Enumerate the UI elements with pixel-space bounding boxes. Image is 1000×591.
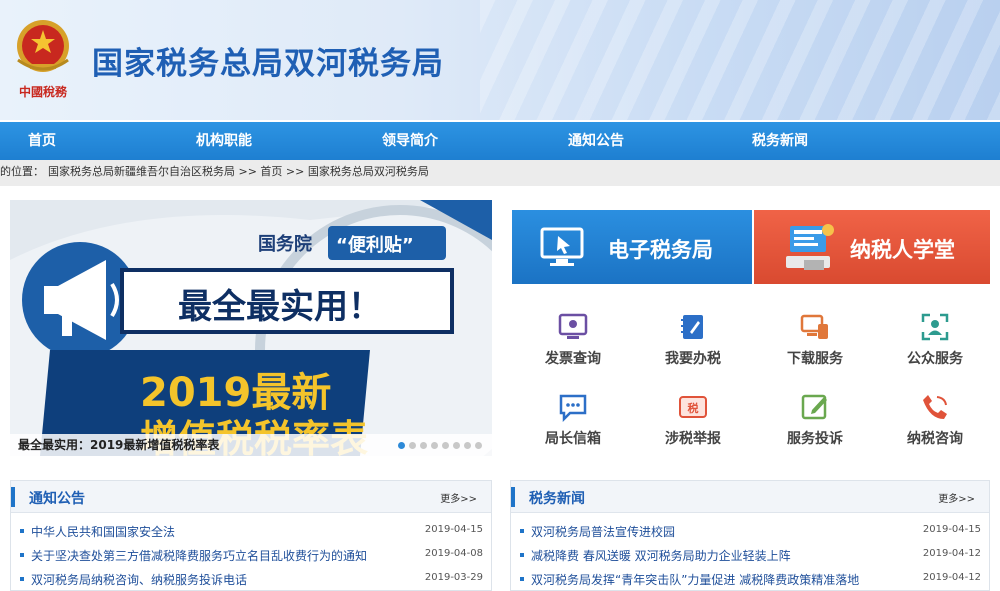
slider-dot[interactable] bbox=[464, 442, 471, 449]
chat-bubble-icon bbox=[559, 394, 587, 422]
invoice-monitor-icon bbox=[558, 313, 588, 339]
list-item-date: 2019-04-15 bbox=[922, 524, 981, 535]
list-bullet bbox=[20, 553, 24, 557]
nav-home[interactable]: 首页 bbox=[28, 122, 56, 160]
nav-functions[interactable]: 机构职能 bbox=[196, 122, 252, 160]
breadcrumb-prefix: 的位置： bbox=[0, 165, 44, 178]
list-bullet bbox=[520, 577, 524, 581]
list-item-title[interactable]: 减税降费 春风送暖 双河税务局助力企业轻装上阵 bbox=[531, 547, 791, 564]
list-item-title[interactable]: 中华人民共和国国家安全法 bbox=[31, 523, 175, 540]
notice-list: 中华人民共和国国家安全法 2019-04-15 关于坚决查处第三方借减税降费服务… bbox=[11, 523, 491, 591]
list-item-date: 2019-04-12 bbox=[922, 572, 981, 583]
list-item[interactable]: 双河税务局发挥“青年突击队”力量促进 减税降费政策精准落地 2019-04-12 bbox=[511, 571, 989, 591]
site-header: 中國稅務 国家税务总局双河税务局 bbox=[0, 0, 1000, 120]
list-item[interactable]: 中华人民共和国国家安全法 2019-04-15 bbox=[11, 523, 491, 549]
slider-dot[interactable] bbox=[453, 442, 460, 449]
invoice-query-label: 发票查询 bbox=[545, 351, 601, 367]
slider-dot[interactable] bbox=[431, 442, 438, 449]
school-label: 纳税人学堂 bbox=[850, 238, 955, 262]
notice-panel-header: 通知公告 更多>> bbox=[11, 481, 491, 513]
list-item-date: 2019-04-15 bbox=[424, 524, 483, 535]
tax-report-icon: 税 bbox=[679, 396, 707, 418]
list-item-title[interactable]: 双河税务局发挥“青年突击队”力量促进 减税降费政策精准落地 bbox=[531, 571, 859, 588]
slide-tag: 国务院 bbox=[258, 233, 312, 255]
slide-tag-highlight: “便利贴” bbox=[336, 234, 414, 256]
notebook-pen-icon bbox=[681, 315, 703, 339]
list-item-title[interactable]: 关于坚决查处第三方借减税降费服务巧立名目乱收费行为的通知 bbox=[31, 547, 367, 564]
tax-report-button[interactable]: 税 涉税举报 bbox=[643, 392, 743, 448]
header-pattern bbox=[480, 0, 1000, 120]
slide-image[interactable]: 国务院 “便利贴” 最全最实用！ 2019最新 增值税税率表 bbox=[10, 200, 492, 456]
slider-dot[interactable] bbox=[409, 442, 416, 449]
news-accent-bar bbox=[511, 487, 515, 507]
list-bullet bbox=[520, 529, 524, 533]
list-item-date: 2019-04-08 bbox=[424, 548, 483, 559]
news-slider[interactable]: 国务院 “便利贴” 最全最实用！ 2019最新 增值税税率表 最全最实用：201… bbox=[10, 200, 492, 456]
list-item[interactable]: 减税降费 春风送暖 双河税务局助力企业轻装上阵 2019-04-12 bbox=[511, 547, 989, 573]
download-service-button[interactable]: 下载服务 bbox=[765, 312, 865, 368]
public-user-icon bbox=[921, 313, 949, 341]
taxpayer-school-button[interactable]: 纳税人学堂 bbox=[754, 210, 990, 284]
edit-complaint-icon bbox=[801, 394, 827, 420]
breadcrumb: 的位置： 国家税务总局新疆维吾尔自治区税务局 >> 首页 >> 国家税务总局双河税… bbox=[0, 160, 1000, 186]
list-item[interactable]: 双河税务局普法宣传进校园 2019-04-15 bbox=[511, 523, 989, 549]
invoice-query-button[interactable]: 发票查询 bbox=[523, 312, 623, 368]
tax-consult-button[interactable]: 纳税咨询 bbox=[885, 392, 985, 448]
download-service-label: 下载服务 bbox=[787, 351, 843, 367]
handle-tax-button[interactable]: 我要办税 bbox=[643, 312, 743, 368]
list-item[interactable]: 关于坚决查处第三方借减税降费服务巧立名目乱收费行为的通知 2019-04-08 bbox=[11, 547, 491, 573]
public-service-button[interactable]: 公众服务 bbox=[885, 312, 985, 368]
list-bullet bbox=[20, 529, 24, 533]
list-item-title[interactable]: 双河税务局普法宣传进校园 bbox=[531, 523, 675, 540]
director-mailbox-button[interactable]: 局长信箱 bbox=[523, 392, 623, 448]
news-panel-header: 税务新闻 更多>> bbox=[511, 481, 989, 513]
list-bullet bbox=[20, 577, 24, 581]
phone-consult-icon bbox=[923, 395, 947, 419]
nav-notices[interactable]: 通知公告 bbox=[568, 122, 624, 160]
director-mailbox-label: 局长信箱 bbox=[545, 431, 601, 447]
etax-bureau-button[interactable]: 电子税务局 bbox=[512, 210, 752, 284]
list-item-date: 2019-04-12 bbox=[922, 548, 981, 559]
nav-news[interactable]: 税务新闻 bbox=[752, 122, 808, 160]
main-nav: 首页 机构职能 领导简介 通知公告 税务新闻 bbox=[0, 122, 1000, 160]
notice-more-link[interactable]: 更多>> bbox=[440, 490, 477, 505]
monitor-cursor-icon bbox=[540, 227, 584, 266]
download-devices-icon bbox=[800, 314, 828, 339]
school-computer-icon bbox=[786, 224, 834, 270]
list-bullet bbox=[520, 553, 524, 557]
public-service-label: 公众服务 bbox=[907, 351, 963, 367]
slider-dots bbox=[398, 442, 482, 449]
list-item-title[interactable]: 双河税务局纳税咨询、纳税服务投诉电话 bbox=[31, 571, 247, 588]
emblem-caption: 中國稅務 bbox=[19, 84, 68, 99]
slider-dot[interactable] bbox=[442, 442, 449, 449]
notice-accent-bar bbox=[11, 487, 15, 507]
notice-panel-title[interactable]: 通知公告 bbox=[29, 488, 85, 508]
tax-report-label: 涉税举报 bbox=[665, 431, 721, 447]
nav-leaders[interactable]: 领导简介 bbox=[382, 122, 438, 160]
service-complaint-label: 服务投诉 bbox=[787, 431, 843, 447]
news-more-link[interactable]: 更多>> bbox=[938, 490, 975, 505]
notice-panel: 通知公告 更多>> 中华人民共和国国家安全法 2019-04-15 关于坚决查处… bbox=[10, 480, 492, 591]
list-item-date: 2019-03-29 bbox=[424, 572, 483, 583]
news-panel: 税务新闻 更多>> 双河税务局普法宣传进校园 2019-04-15 减税降费 春… bbox=[510, 480, 990, 591]
slider-dot[interactable] bbox=[475, 442, 482, 449]
slider-dot[interactable] bbox=[398, 442, 405, 449]
tax-consult-label: 纳税咨询 bbox=[907, 431, 963, 447]
list-item[interactable]: 双河税务局纳税咨询、纳税服务投诉电话 2019-03-29 bbox=[11, 571, 491, 591]
news-list: 双河税务局普法宣传进校园 2019-04-15 减税降费 春风送暖 双河税务局助… bbox=[511, 523, 989, 591]
slider-dot[interactable] bbox=[420, 442, 427, 449]
service-complaint-button[interactable]: 服务投诉 bbox=[765, 392, 865, 448]
slide-year-line: 2019最新 bbox=[140, 370, 331, 416]
news-panel-title[interactable]: 税务新闻 bbox=[529, 488, 585, 508]
breadcrumb-path[interactable]: 国家税务总局新疆维吾尔自治区税务局 >> 首页 >> 国家税务总局双河税务局 bbox=[48, 165, 429, 178]
etax-label: 电子税务局 bbox=[608, 238, 713, 262]
slide-headline: 最全最实用！ bbox=[178, 287, 382, 327]
china-tax-emblem-icon[interactable]: 中國稅務 bbox=[10, 12, 76, 102]
site-title: 国家税务总局双河税务局 bbox=[92, 46, 444, 82]
handle-tax-label: 我要办税 bbox=[665, 351, 721, 367]
svg-text:税: 税 bbox=[688, 401, 699, 415]
